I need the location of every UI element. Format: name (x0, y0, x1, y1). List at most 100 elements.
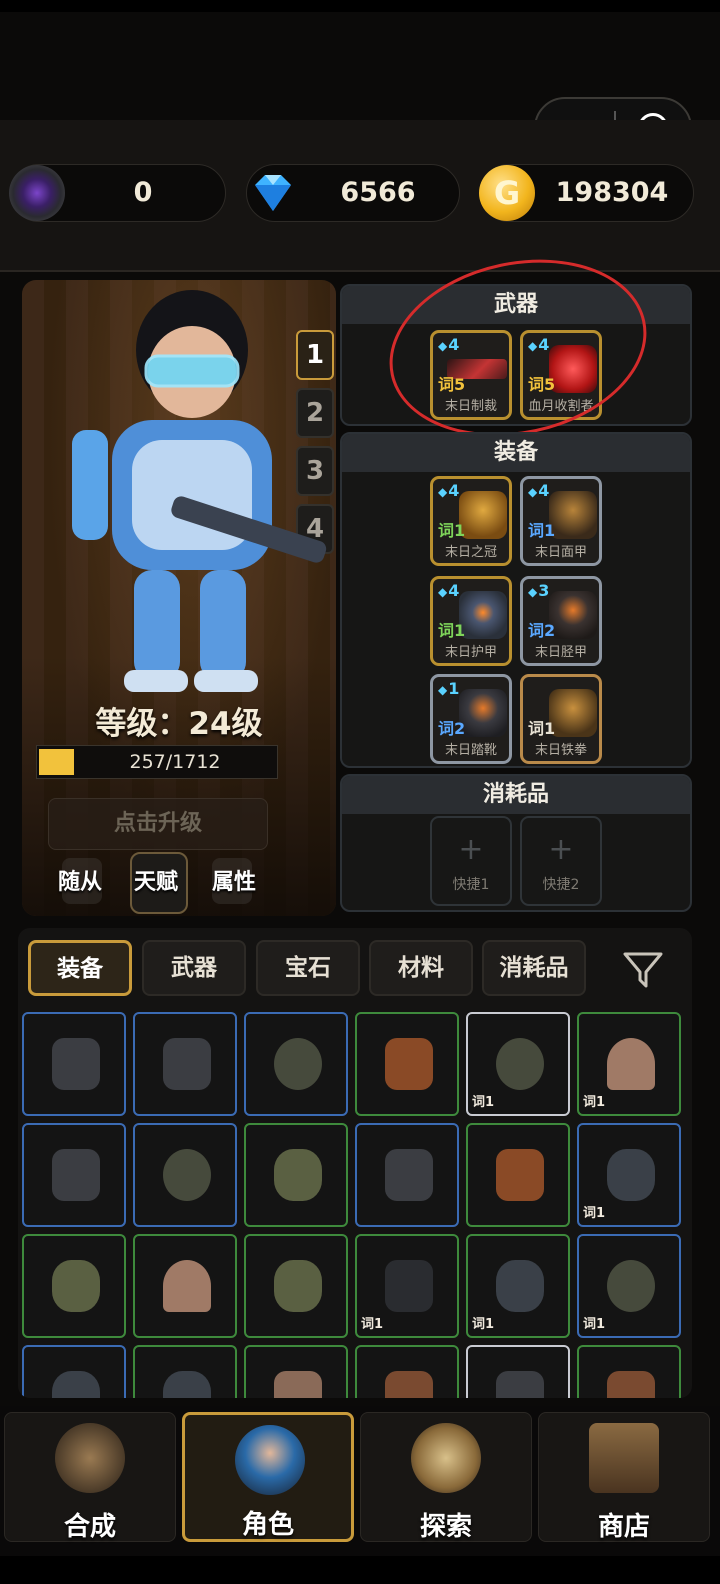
nav-label: 合成 (63, 1512, 116, 1542)
gas-mask-icon (274, 1149, 322, 1201)
inv-tab-consumables[interactable]: 消耗品 (482, 940, 586, 996)
gold-counter: G 198304 (479, 164, 694, 222)
inventory-cell[interactable] (244, 1234, 348, 1338)
diamond-counter: 6566 (246, 164, 460, 222)
vest-icon (496, 1371, 544, 1398)
gloves-icon (496, 1149, 544, 1201)
dark-crystal-counter: 0 (9, 164, 226, 222)
xp-text: 257/1712 (129, 751, 221, 773)
inventory-cell[interactable] (466, 1345, 570, 1398)
consumables-section: 消耗品 + 快捷1 + 快捷2 (340, 774, 692, 912)
equip-slot-greaves[interactable]: 3 词2 末日胫甲 (520, 576, 602, 666)
equip-name: 末日胫甲 (534, 645, 587, 660)
inventory-cell[interactable] (22, 1012, 126, 1116)
equip-affix: 词1 (528, 719, 556, 738)
gauntlets-icon (549, 689, 597, 737)
inventory-cell[interactable] (133, 1234, 237, 1338)
crown-helmet-icon (459, 491, 507, 539)
boots-icon (459, 689, 507, 737)
inventory-cell[interactable] (22, 1234, 126, 1338)
equip-affix: 词1 (528, 521, 556, 540)
inv-tab-materials[interactable]: 材料 (369, 940, 473, 996)
inventory-cell[interactable]: 词1 (466, 1012, 570, 1116)
tactical-mask-icon (52, 1371, 100, 1398)
inventory-cell[interactable] (355, 1345, 459, 1398)
helmet-icon (607, 1260, 655, 1312)
inventory-cell[interactable] (133, 1123, 237, 1227)
tab-talent[interactable]: 天赋 (134, 864, 178, 896)
quick-slot-1[interactable]: + 快捷1 (430, 816, 512, 906)
equip-slot-armor[interactable]: 4 词1 末日护甲 (430, 576, 512, 666)
consumables-title: 消耗品 (342, 776, 690, 814)
craft-tools-icon (55, 1423, 125, 1493)
tab-attributes[interactable]: 属性 (212, 864, 256, 896)
dark-crystal-icon (9, 165, 65, 221)
nav-shop[interactable]: 商店 (538, 1412, 710, 1542)
equip-affix: 词1 (438, 621, 466, 640)
character-portrait (72, 290, 327, 692)
bottom-navigation: 合成 角色 探索 商店 (0, 1406, 720, 1556)
compass-icon (411, 1423, 481, 1493)
inv-tab-gems[interactable]: 宝石 (256, 940, 360, 996)
gold-coin-icon: G (479, 165, 535, 221)
equip-slot-mask[interactable]: 4 词1 末日面甲 (520, 476, 602, 566)
inventory-cell[interactable]: 词1 (577, 1012, 681, 1116)
inventory-cell[interactable]: 词1 (577, 1123, 681, 1227)
affix-label: 词1 (583, 1317, 606, 1332)
pants-icon (52, 1038, 100, 1090)
helmet-icon (274, 1038, 322, 1090)
pants-icon (52, 1149, 100, 1201)
shop-stall-icon (589, 1423, 659, 1493)
inventory-cell[interactable] (244, 1345, 348, 1398)
nav-character[interactable]: 角色 (182, 1412, 354, 1542)
equip-name: 末日之冠 (444, 545, 497, 560)
affix-label: 词1 (472, 1095, 495, 1110)
system-home-bar (0, 1556, 720, 1584)
inventory-cell[interactable] (22, 1345, 126, 1398)
inventory-cell[interactable] (133, 1345, 237, 1398)
inv-tab-equipment[interactable]: 装备 (28, 940, 132, 996)
equip-slot-boots[interactable]: 1 词2 末日踏靴 (430, 674, 512, 764)
gas-mask-icon (274, 1260, 322, 1312)
helmet-icon (163, 1149, 211, 1201)
nav-explore[interactable]: 探索 (360, 1412, 532, 1542)
inventory-cell[interactable] (244, 1012, 348, 1116)
pants-icon (385, 1149, 433, 1201)
quick-slot-2[interactable]: + 快捷2 (520, 816, 602, 906)
inventory-cell[interactable] (355, 1012, 459, 1116)
quick-slot-label: 快捷2 (542, 877, 580, 893)
inventory-cell[interactable] (577, 1345, 681, 1398)
inventory-cell[interactable] (466, 1123, 570, 1227)
gas-mask-icon (52, 1260, 100, 1312)
status-bar (0, 0, 720, 12)
inventory-cell[interactable] (244, 1123, 348, 1227)
tab-companion[interactable]: 随从 (58, 864, 102, 896)
equip-tier: 4 (438, 481, 459, 500)
inventory-cell[interactable] (133, 1012, 237, 1116)
vest-icon (274, 1371, 322, 1398)
equip-tier: 1 (438, 679, 459, 698)
equip-slot-helmet[interactable]: 4 词1 末日之冠 (430, 476, 512, 566)
affix-label: 词1 (472, 1317, 495, 1332)
armor-icon (459, 591, 507, 639)
inventory-cell[interactable] (355, 1123, 459, 1227)
inventory-cell[interactable]: 词1 (355, 1234, 459, 1338)
upgrade-button[interactable]: 点击升级 (48, 798, 268, 850)
nav-label: 商店 (597, 1512, 650, 1542)
inventory-cell[interactable]: 词1 (466, 1234, 570, 1338)
character-face-icon (235, 1425, 305, 1495)
filter-icon[interactable] (622, 950, 664, 990)
inventory-cell[interactable] (22, 1123, 126, 1227)
round-helmet-icon (163, 1260, 211, 1312)
equip-slot-gauntlets[interactable]: 词1 末日铁拳 (520, 674, 602, 764)
equip-affix: 词1 (438, 521, 466, 540)
nav-craft[interactable]: 合成 (4, 1412, 176, 1542)
affix-label: 词1 (361, 1317, 384, 1332)
boots-item-icon (385, 1371, 433, 1398)
character-subtabs: 随从 天赋 属性 (22, 852, 336, 914)
inv-tab-weapons[interactable]: 武器 (142, 940, 246, 996)
inventory-cell[interactable]: 词1 (577, 1234, 681, 1338)
equip-name: 末日面甲 (534, 545, 587, 560)
black-gloves-icon (385, 1260, 433, 1312)
boots-item-icon (607, 1371, 655, 1398)
